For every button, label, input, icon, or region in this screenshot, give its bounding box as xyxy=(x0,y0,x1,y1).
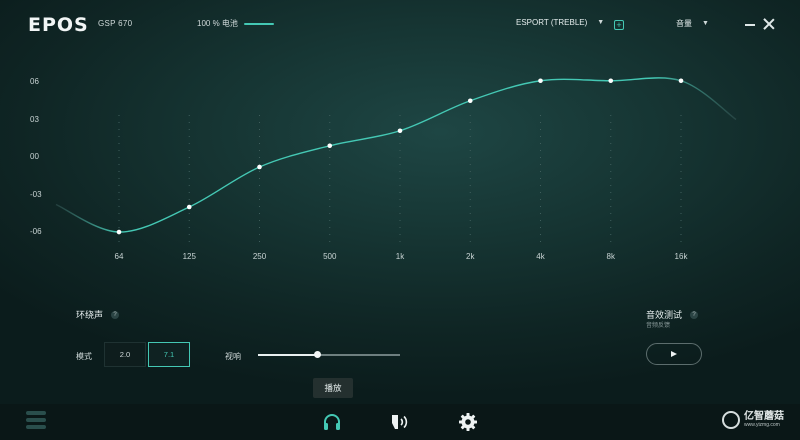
y-tick-label: 03 xyxy=(30,114,39,124)
surround-title: 环绕声 ? xyxy=(76,308,120,321)
sound-test-subtitle: 音频反馈 xyxy=(646,323,671,329)
preset-label: ESPORT (TREBLE) xyxy=(516,18,588,27)
top-bar: EPOS GSP 670 100 % 电池 ESPORT (TREBLE) ▼ … xyxy=(0,0,800,50)
minimize-icon[interactable] xyxy=(745,24,755,26)
play-icon xyxy=(671,351,677,357)
play-tooltip: 播放 xyxy=(313,378,353,398)
microphone-sound-icon[interactable] xyxy=(388,410,412,434)
play-button[interactable] xyxy=(646,343,702,365)
eq-band-handle[interactable] xyxy=(116,229,122,235)
gear-icon[interactable] xyxy=(456,410,480,434)
y-tick-label: -03 xyxy=(30,189,42,199)
help-icon[interactable]: ? xyxy=(690,310,699,319)
battery-bar xyxy=(243,22,274,25)
help-icon[interactable]: ? xyxy=(111,310,120,319)
x-tick-label: 1k xyxy=(395,252,405,261)
watermark-sub: www.yizmg.com xyxy=(744,422,780,428)
battery-text: 100 % 电池 xyxy=(197,19,238,28)
x-tick-label: 500 xyxy=(323,252,337,261)
battery-status: 100 % 电池 xyxy=(197,18,274,29)
y-tick-label: 00 xyxy=(30,152,39,161)
x-tick-label: 2k xyxy=(466,252,475,261)
x-tick-label: 64 xyxy=(114,252,124,261)
mode-7-1-button[interactable]: 7.1 xyxy=(148,342,190,367)
x-tick-label: 16k xyxy=(674,252,688,261)
close-icon[interactable] xyxy=(762,17,776,31)
preset-dropdown[interactable]: ESPORT (TREBLE) ▼ xyxy=(516,18,604,27)
eq-band-handle[interactable] xyxy=(327,143,333,149)
eq-band-handle[interactable] xyxy=(186,204,192,210)
volume-dropdown[interactable]: 音量 ▼ xyxy=(676,18,709,29)
x-tick-label: 125 xyxy=(182,252,196,261)
x-tick-label: 8k xyxy=(606,252,615,261)
slider-thumb[interactable] xyxy=(314,351,322,358)
x-tick-label: 4k xyxy=(536,252,545,261)
chevron-down-icon: ▼ xyxy=(597,19,605,26)
device-name: GSP 670 xyxy=(98,19,133,28)
add-preset-icon[interactable]: + xyxy=(614,20,624,30)
eq-band-handle[interactable] xyxy=(397,128,403,134)
chevron-down-icon: ▼ xyxy=(702,20,709,27)
bottom-nav xyxy=(0,404,800,440)
surround-slider[interactable] xyxy=(258,351,400,358)
slider-label: 视响 xyxy=(225,352,241,361)
watermark-text: 亿智蘑菇 xyxy=(744,411,784,422)
slider-fill xyxy=(258,354,318,356)
surround-title-text: 环绕声 xyxy=(76,310,104,320)
eq-band-handle[interactable] xyxy=(678,78,684,84)
eq-band-handle[interactable] xyxy=(467,98,473,104)
volume-label: 音量 xyxy=(676,19,692,28)
watermark: 亿智蘑菇 www.yizmg.com xyxy=(722,411,784,429)
eq-curve xyxy=(55,77,737,233)
y-tick-label: 06 xyxy=(30,77,39,86)
eq-band-handle[interactable] xyxy=(257,164,262,170)
eq-band-handle[interactable] xyxy=(538,78,543,84)
headphones-icon[interactable] xyxy=(320,410,344,434)
y-tick-label: -06 xyxy=(30,227,42,236)
equalizer-chart[interactable] xyxy=(0,60,800,270)
watermark-logo-icon xyxy=(722,411,740,429)
epos-logo: EPOS xyxy=(28,14,89,36)
menu-icon[interactable] xyxy=(26,411,46,432)
x-tick-label: 250 xyxy=(252,252,267,261)
mode-2-0-button[interactable]: 2.0 xyxy=(104,342,146,367)
mode-label: 模式 xyxy=(76,352,92,361)
eq-band-handle[interactable] xyxy=(608,78,614,84)
